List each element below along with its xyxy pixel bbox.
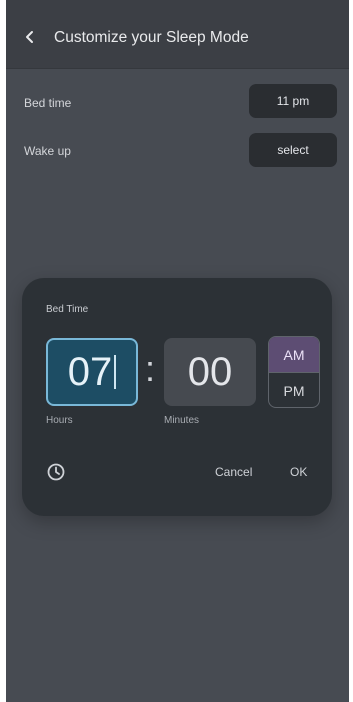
time-separator: :	[145, 348, 156, 389]
app-bar: Customize your Sleep Mode	[6, 0, 349, 69]
pm-button[interactable]: PM	[269, 373, 319, 407]
dialog-title: Bed Time	[46, 304, 89, 315]
clock-mode-button[interactable]	[46, 462, 66, 482]
am-pm-toggle: AM PM	[268, 336, 320, 408]
am-button[interactable]: AM	[269, 337, 319, 373]
phone-screen: Customize your Sleep Mode Bed time 11 pm…	[6, 0, 349, 702]
bed-time-select-button[interactable]: 11 pm	[249, 84, 337, 118]
minutes-input[interactable]: 00	[164, 338, 256, 406]
cancel-button[interactable]: Cancel	[215, 465, 252, 479]
time-picker-dialog: Bed Time 07 : 00 AM PM Hours Minutes Can…	[22, 278, 332, 516]
clock-icon	[47, 463, 65, 481]
page-title: Customize your Sleep Mode	[54, 29, 249, 46]
back-button[interactable]	[20, 26, 40, 48]
wake-up-label: Wake up	[24, 144, 71, 158]
text-cursor	[114, 355, 117, 389]
minutes-value: 00	[187, 349, 233, 394]
chevron-left-icon	[26, 31, 33, 43]
ok-button[interactable]: OK	[290, 465, 307, 479]
bed-time-label: Bed time	[24, 96, 72, 110]
hours-caption: Hours	[46, 415, 73, 426]
minutes-caption: Minutes	[164, 415, 200, 426]
hours-input[interactable]: 07	[46, 338, 138, 406]
hours-value: 07	[67, 349, 113, 394]
wake-up-select-button[interactable]: select	[249, 133, 337, 167]
